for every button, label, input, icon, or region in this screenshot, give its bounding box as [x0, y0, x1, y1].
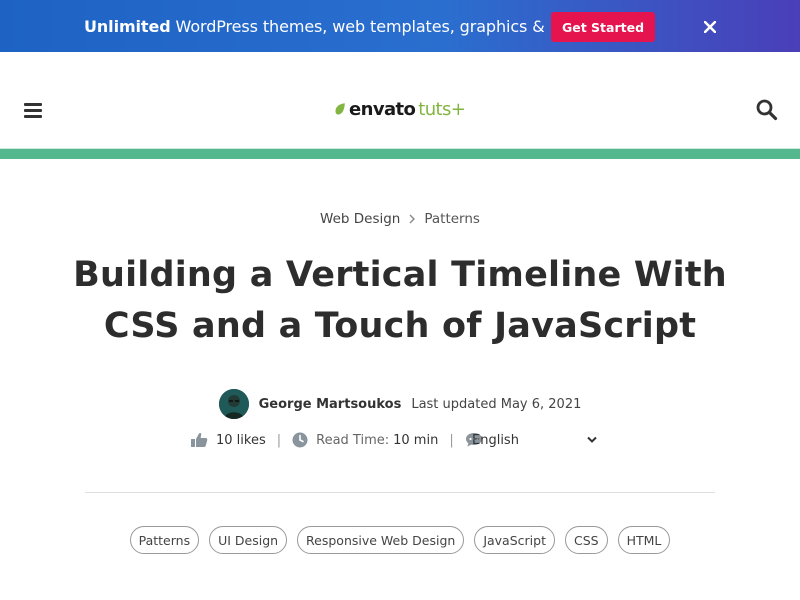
separator: |: [276, 432, 282, 448]
site-header: envato tuts+: [0, 52, 800, 148]
breadcrumb: Web Design Patterns: [0, 211, 800, 227]
breadcrumb-web-design[interactable]: Web Design: [320, 211, 400, 227]
accent-bar: [0, 148, 800, 159]
tag-responsive-web-design[interactable]: Responsive Web Design: [297, 526, 465, 554]
menu-icon: [24, 103, 42, 106]
thumbs-up-icon: [190, 432, 208, 448]
tag-javascript[interactable]: JavaScript: [474, 526, 555, 554]
promo-strong: Unlimited: [84, 17, 171, 36]
breadcrumb-patterns[interactable]: Patterns: [424, 211, 480, 227]
menu-button[interactable]: [22, 100, 44, 122]
read-time-value: 10 min: [393, 432, 439, 448]
search-icon: [756, 99, 778, 121]
tag-html[interactable]: HTML: [617, 526, 671, 554]
search-button[interactable]: [755, 98, 779, 122]
read-time-label: Read Time:: [316, 432, 390, 448]
tag-list: Patterns UI Design Responsive Web Design…: [0, 526, 800, 554]
last-updated: Last updated May 6, 2021: [411, 396, 582, 412]
author-line: George Martsoukos Last updated May 6, 20…: [0, 389, 800, 419]
promo-text: Unlimited WordPress themes, web template…: [84, 17, 597, 37]
menu-icon: [24, 109, 42, 112]
close-banner-button[interactable]: [699, 16, 721, 38]
separator: |: [449, 432, 454, 448]
language-value: English: [472, 432, 519, 448]
chevron-down-icon: [587, 436, 597, 443]
promo-banner: Unlimited WordPress themes, web template…: [0, 0, 800, 52]
logo-envato-text: envato: [349, 98, 416, 120]
language-select[interactable]: English: [472, 430, 598, 450]
menu-icon: [24, 115, 42, 118]
leaf-icon: [335, 103, 345, 115]
tag-ui-design[interactable]: UI Design: [209, 526, 288, 554]
close-icon: [704, 21, 716, 33]
logo-tuts-text: tuts+: [418, 98, 466, 120]
article-meta: 10 likes | Read Time: 10 min |: [190, 430, 491, 450]
envato-tuts-logo[interactable]: envato tuts+: [333, 97, 466, 121]
avatar[interactable]: [218, 389, 249, 419]
clock-icon: [292, 432, 308, 448]
article-title-line-2: CSS and a Touch of JavaScript: [103, 306, 697, 346]
article-title-line-1: Building a Vertical Timeline With: [73, 255, 727, 295]
chevron-right-icon: [408, 214, 416, 224]
article-title: Building a Vertical Timeline With CSS an…: [60, 250, 740, 352]
get-started-button[interactable]: Get Started: [551, 12, 655, 42]
tag-patterns[interactable]: Patterns: [129, 526, 200, 554]
author-name[interactable]: George Martsoukos: [259, 397, 402, 412]
tag-css[interactable]: CSS: [564, 526, 608, 554]
divider: [85, 492, 715, 493]
promo-message: WordPress themes, web templates, graphic…: [170, 17, 598, 36]
likes-count: 10 likes: [216, 432, 266, 448]
